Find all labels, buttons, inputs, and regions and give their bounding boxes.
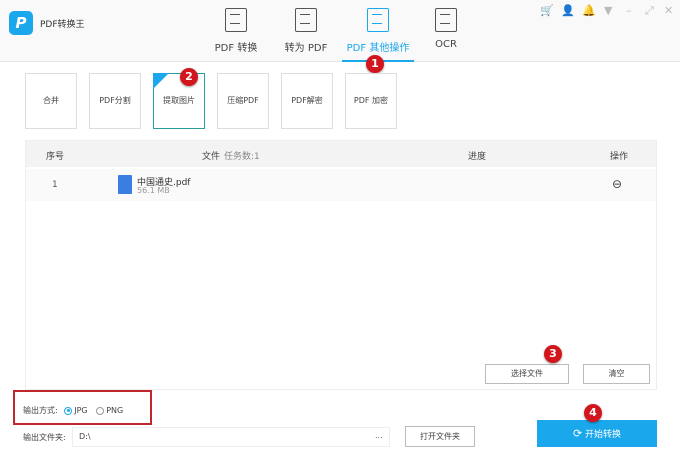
step-badge-3: 3: [544, 345, 562, 363]
folder-label: 输出文件夹:: [23, 433, 66, 442]
output-mode: 输出方式: JPG PNG: [23, 406, 124, 415]
start-convert-button[interactable]: ⟳ 开始转换: [537, 420, 657, 447]
refresh-icon: ⟳: [572, 427, 583, 440]
to-pdf-icon: [295, 8, 317, 32]
step-badge-1: 1: [366, 55, 384, 73]
step-badge-4: 4: [584, 404, 602, 422]
selected-check-icon: ✓: [153, 67, 169, 89]
tool-extract-images[interactable]: ✓ 提取图片: [153, 67, 205, 129]
tool-compress[interactable]: 压缩PDF: [217, 73, 269, 129]
task-count: 任务数:1: [224, 152, 260, 162]
minimize-button[interactable]: –: [626, 4, 632, 17]
app-title: PDF转换王: [40, 20, 85, 30]
tool-merge[interactable]: 合并: [25, 73, 77, 129]
maximize-button[interactable]: ⤢: [645, 4, 654, 18]
radio-png[interactable]: PNG: [96, 406, 123, 415]
file-icon: [118, 175, 132, 194]
col-action: 操作: [610, 152, 629, 162]
row-index: 1: [52, 180, 58, 190]
radio-jpg[interactable]: JPG: [64, 406, 88, 415]
menu-icon[interactable]: ▼: [604, 4, 612, 17]
tab-to-pdf[interactable]: 转为 PDF: [270, 8, 342, 62]
col-progress: 进度: [468, 152, 487, 162]
tool-decrypt[interactable]: PDF解密: [281, 73, 333, 129]
pdf-other-icon: [367, 8, 389, 32]
user-icon[interactable]: 👤: [561, 4, 575, 17]
ocr-icon: [435, 8, 457, 32]
tab-ocr[interactable]: OCR: [410, 8, 482, 62]
table-row[interactable]: 1 中国通史.pdf 56.1 MB ⊖: [26, 169, 656, 201]
remove-icon[interactable]: ⊖: [612, 177, 622, 191]
app-logo: P: [9, 11, 33, 35]
select-file-button[interactable]: 选择文件: [485, 364, 569, 384]
tab-pdf-convert[interactable]: PDF 转换: [200, 8, 272, 62]
tab-pdf-other[interactable]: PDF 其他操作: [342, 8, 414, 62]
col-file: 文件: [202, 152, 221, 162]
tool-split[interactable]: PDF分割: [89, 73, 141, 129]
col-index: 序号: [46, 152, 65, 162]
radio-png-icon: [96, 406, 105, 415]
close-button[interactable]: ✕: [664, 4, 673, 17]
header: P PDF转换王 PDF 转换 转为 PDF PDF 其他操作 OCR 🛒 👤 …: [0, 0, 680, 62]
browse-button[interactable]: ...: [375, 431, 383, 440]
radio-jpg-icon: [64, 406, 73, 415]
folder-input[interactable]: D:\ ...: [72, 427, 390, 447]
file-table: 序号 文件 任务数:1 进度 操作 1 中国通史.pdf 56.1 MB ⊖: [25, 140, 657, 390]
cart-icon[interactable]: 🛒: [540, 4, 554, 17]
pdf-convert-icon: [225, 8, 247, 32]
bell-icon[interactable]: 🔔: [582, 4, 596, 17]
tool-encrypt[interactable]: PDF 加密: [345, 73, 397, 129]
step-badge-2: 2: [180, 68, 198, 86]
table-header: 序号 文件 任务数:1 进度 操作: [26, 141, 656, 167]
clear-button[interactable]: 清空: [583, 364, 650, 384]
file-size: 56.1 MB: [137, 186, 170, 195]
open-folder-button[interactable]: 打开文件夹: [405, 426, 475, 447]
